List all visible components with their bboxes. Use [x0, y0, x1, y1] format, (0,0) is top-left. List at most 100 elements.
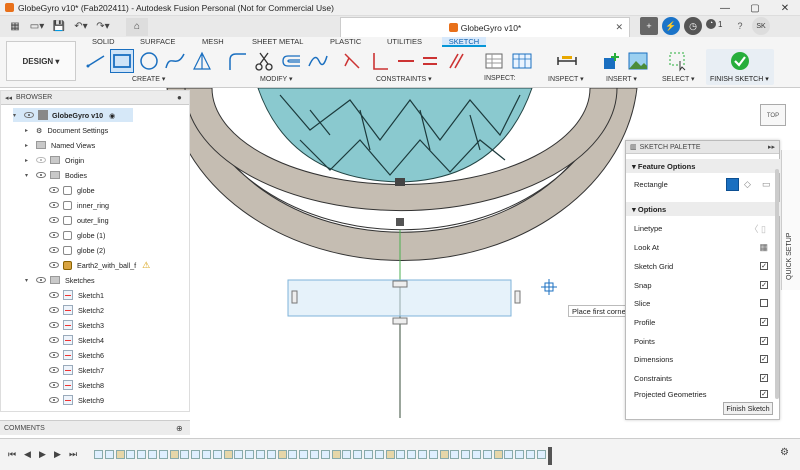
warning-icon[interactable]: ⚠: [142, 260, 150, 271]
timeline-feature-icon[interactable]: [223, 450, 233, 459]
projected-geometries-checkbox[interactable]: ✓: [760, 390, 768, 398]
visibility-icon[interactable]: [49, 367, 59, 373]
timeline-feature-icon[interactable]: [374, 450, 384, 459]
select-window-icon[interactable]: [666, 49, 690, 73]
slice-checkbox[interactable]: [760, 299, 768, 307]
timeline-feature-icon[interactable]: [504, 450, 514, 459]
timeline-feature-icon[interactable]: [461, 450, 471, 459]
browser-sketch-8[interactable]: Sketch8: [49, 378, 104, 392]
undo-icon[interactable]: ↶▾: [72, 18, 90, 36]
user-avatar[interactable]: SK: [752, 17, 770, 35]
timeline-feature-icon[interactable]: [180, 450, 190, 459]
insert-image-icon[interactable]: [626, 49, 650, 73]
visibility-icon[interactable]: [49, 247, 59, 253]
hidden-eye-icon[interactable]: [36, 157, 46, 163]
timeline-feature-icon[interactable]: [191, 450, 201, 459]
browser-body-globe-1[interactable]: globe (1): [49, 228, 105, 242]
spline-tool-icon[interactable]: [163, 49, 187, 73]
browser-body-globe[interactable]: globe: [49, 183, 95, 197]
measure-icon[interactable]: [555, 49, 579, 73]
file-menu-icon[interactable]: ▭▾: [28, 18, 46, 36]
tab-sketch[interactable]: SKETCH: [442, 37, 486, 47]
collapse-arrows-icon[interactable]: ◂◂: [5, 94, 12, 102]
viewcube[interactable]: TOP: [760, 104, 786, 126]
visibility-icon[interactable]: [36, 277, 46, 283]
timeline-feature-icon[interactable]: [536, 450, 546, 459]
line-tool-icon[interactable]: [84, 49, 108, 73]
trim-scissors-icon[interactable]: [252, 49, 276, 73]
timeline-feature-icon[interactable]: [94, 450, 103, 459]
triangle-tool-icon[interactable]: [190, 49, 214, 73]
browser-item-document-settings[interactable]: ▸ ⚙ Document Settings: [25, 123, 108, 137]
select-menu[interactable]: SELECT ▾: [662, 75, 695, 83]
configure-menu[interactable]: INSPECT:: [484, 75, 516, 82]
timeline-feature-icon[interactable]: [126, 450, 136, 459]
active-radio-icon[interactable]: ◉: [109, 111, 115, 120]
dimensions-checkbox[interactable]: ✓: [760, 355, 768, 363]
inspect-menu[interactable]: INSPECT ▾: [548, 75, 584, 83]
visibility-icon[interactable]: [36, 172, 46, 178]
perpendicular-constraint-icon[interactable]: [368, 49, 392, 73]
timeline-last-icon[interactable]: ⏭: [69, 449, 77, 460]
tab-plastic[interactable]: PLASTIC: [330, 37, 361, 47]
configure-table-icon[interactable]: [510, 49, 534, 73]
help-icon[interactable]: ?: [731, 17, 749, 35]
visibility-icon[interactable]: [49, 232, 59, 238]
timeline-feature-icon[interactable]: [342, 450, 352, 459]
timeline-feature-icon[interactable]: [234, 450, 244, 459]
browser-sketch-6[interactable]: Sketch6: [49, 348, 104, 362]
timeline-feature-icon[interactable]: [428, 450, 438, 459]
timeline-feature-icon[interactable]: [148, 450, 157, 459]
timeline-feature-icon[interactable]: [245, 450, 255, 459]
browser-body-earth2[interactable]: Earth2_with_ball_f ⚠: [49, 258, 150, 272]
save-icon[interactable]: 💾: [50, 18, 68, 36]
timeline-feature-icon[interactable]: [396, 450, 406, 459]
timeline-feature-icon[interactable]: [212, 450, 222, 459]
tab-utilities[interactable]: UTILITIES: [387, 37, 422, 47]
visibility-icon[interactable]: [24, 112, 34, 118]
grid-menu-icon[interactable]: ▦: [6, 18, 24, 36]
document-tab[interactable]: GlobeGyro v10* ✕: [340, 17, 630, 37]
timeline-feature-icon[interactable]: [493, 450, 503, 459]
wave-curve-icon[interactable]: [306, 49, 330, 73]
job-status-icon[interactable]: ◷: [684, 17, 702, 35]
browser-sketch-2[interactable]: Sketch2: [49, 303, 104, 317]
browser-sketch-7[interactable]: Sketch7: [49, 363, 104, 377]
timeline-feature-icon[interactable]: [158, 450, 168, 459]
timeline-feature-icon[interactable]: [353, 450, 363, 459]
timeline-next-icon[interactable]: ▶: [54, 449, 61, 460]
comments-bar[interactable]: COMMENTS ⊕: [0, 420, 190, 435]
timeline-previous-icon[interactable]: ◀: [24, 449, 31, 460]
snap-checkbox[interactable]: ✓: [760, 281, 768, 289]
coincident-constraint-icon[interactable]: [340, 49, 364, 73]
timeline-feature-icon[interactable]: [104, 450, 114, 459]
timeline-feature-icon[interactable]: [310, 450, 319, 459]
timeline-feature-icon[interactable]: [364, 450, 373, 459]
timeline-feature-icon[interactable]: [288, 450, 298, 459]
parallel-constraint-icon[interactable]: [444, 49, 468, 73]
browser-root[interactable]: ▾ GlobeGyro v10 ◉: [13, 108, 133, 122]
points-checkbox[interactable]: ✓: [760, 337, 768, 345]
expand-arrow-icon[interactable]: ▾: [13, 112, 21, 119]
browser-item-named-views[interactable]: ▸ Named Views: [25, 138, 95, 152]
constraints-checkbox[interactable]: ✓: [760, 374, 768, 382]
timeline-feature-icon[interactable]: [450, 450, 460, 459]
tab-mesh[interactable]: MESH: [202, 37, 224, 47]
palette-scrollbar[interactable]: [775, 169, 779, 399]
close-icon[interactable]: ✕: [770, 0, 800, 16]
insert-derive-icon[interactable]: [600, 49, 624, 73]
browser-body-outer-ling[interactable]: outer_ling: [49, 213, 109, 227]
insert-menu[interactable]: INSERT ▾: [606, 75, 637, 83]
browser-item-bodies[interactable]: ▾ Bodies: [25, 168, 87, 182]
visibility-icon[interactable]: [49, 187, 59, 193]
palette-handle-icon[interactable]: ▥: [630, 143, 637, 151]
center-rect-icon[interactable]: ▭: [762, 179, 771, 190]
horizontal-constraint-icon[interactable]: [394, 49, 418, 73]
browser-item-sketches[interactable]: ▾ Sketches: [25, 273, 95, 287]
tab-surface[interactable]: SURFACE: [140, 37, 175, 47]
redo-icon[interactable]: ↷▾: [94, 18, 112, 36]
timeline-feature-icon[interactable]: [482, 450, 492, 459]
timeline-feature-icon[interactable]: [320, 450, 330, 459]
timeline-feature-icon[interactable]: [385, 450, 395, 459]
finish-sketch-button[interactable]: Finish Sketch: [723, 402, 773, 415]
